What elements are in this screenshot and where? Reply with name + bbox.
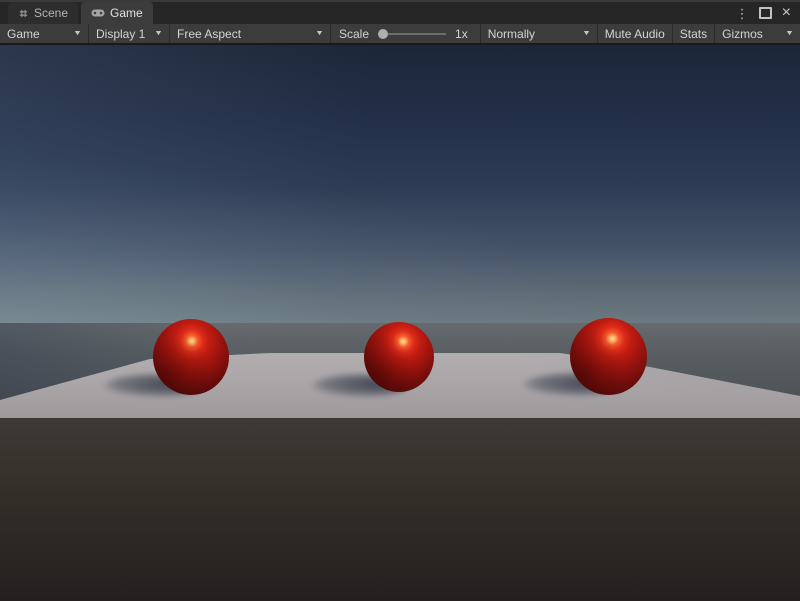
gizmos-label: Gizmos xyxy=(722,27,763,41)
grid-icon xyxy=(18,8,29,19)
scale-label: Scale xyxy=(339,27,369,41)
window-controls: ⋮ × xyxy=(736,2,800,24)
red-sphere-2 xyxy=(364,322,434,392)
chevron-down-icon: ▼ xyxy=(785,30,794,37)
kebab-menu-icon[interactable]: ⋮ xyxy=(736,7,749,20)
tab-game-label: Game xyxy=(110,6,143,20)
display-label: Display 1 xyxy=(96,27,145,41)
tab-bar: Scene Game ⋮ × xyxy=(0,0,800,24)
tab-game[interactable]: Game xyxy=(81,2,153,24)
tab-scene-label: Scene xyxy=(34,6,68,20)
view-menu-label: Game xyxy=(7,27,40,41)
play-mode-label: Normally xyxy=(488,27,535,41)
chevron-down-icon: ▼ xyxy=(582,30,591,37)
display-dropdown[interactable]: Display 1 ▼ xyxy=(89,24,169,43)
stats-button[interactable]: Stats xyxy=(673,24,714,43)
maximize-icon[interactable] xyxy=(759,7,772,19)
slider-knob[interactable] xyxy=(378,29,388,39)
aspect-ratio-label: Free Aspect xyxy=(177,27,241,41)
game-view-toolbar: Game ▼ Display 1 ▼ Free Aspect ▼ Scale 1… xyxy=(0,24,800,45)
slider-track[interactable] xyxy=(388,33,446,35)
mute-audio-button[interactable]: Mute Audio xyxy=(598,24,672,43)
tab-scene[interactable]: Scene xyxy=(8,2,78,24)
view-menu-dropdown[interactable]: Game ▼ xyxy=(0,24,88,43)
chevron-down-icon: ▼ xyxy=(154,30,163,37)
game-viewport[interactable] xyxy=(0,45,800,601)
red-sphere-1 xyxy=(153,319,229,395)
chevron-down-icon: ▼ xyxy=(315,30,324,37)
skybox-ground xyxy=(0,417,800,601)
gamepad-icon xyxy=(91,8,105,18)
chevron-down-icon: ▼ xyxy=(73,30,82,37)
play-mode-dropdown[interactable]: Normally ▼ xyxy=(481,24,597,43)
scale-value: 1x xyxy=(455,27,468,41)
aspect-ratio-dropdown[interactable]: Free Aspect ▼ xyxy=(170,24,330,43)
game-view-panel: Scene Game ⋮ × Game ▼ Display 1 ▼ Free A… xyxy=(0,0,800,601)
close-icon[interactable]: × xyxy=(782,5,791,21)
mute-audio-label: Mute Audio xyxy=(605,27,665,41)
scale-control: Scale 1x xyxy=(331,27,480,41)
stats-label: Stats xyxy=(680,27,707,41)
scale-slider[interactable] xyxy=(378,29,446,39)
skybox-sky xyxy=(0,45,800,323)
red-sphere-3 xyxy=(570,318,647,395)
gizmos-dropdown[interactable]: Gizmos ▼ xyxy=(715,24,800,43)
